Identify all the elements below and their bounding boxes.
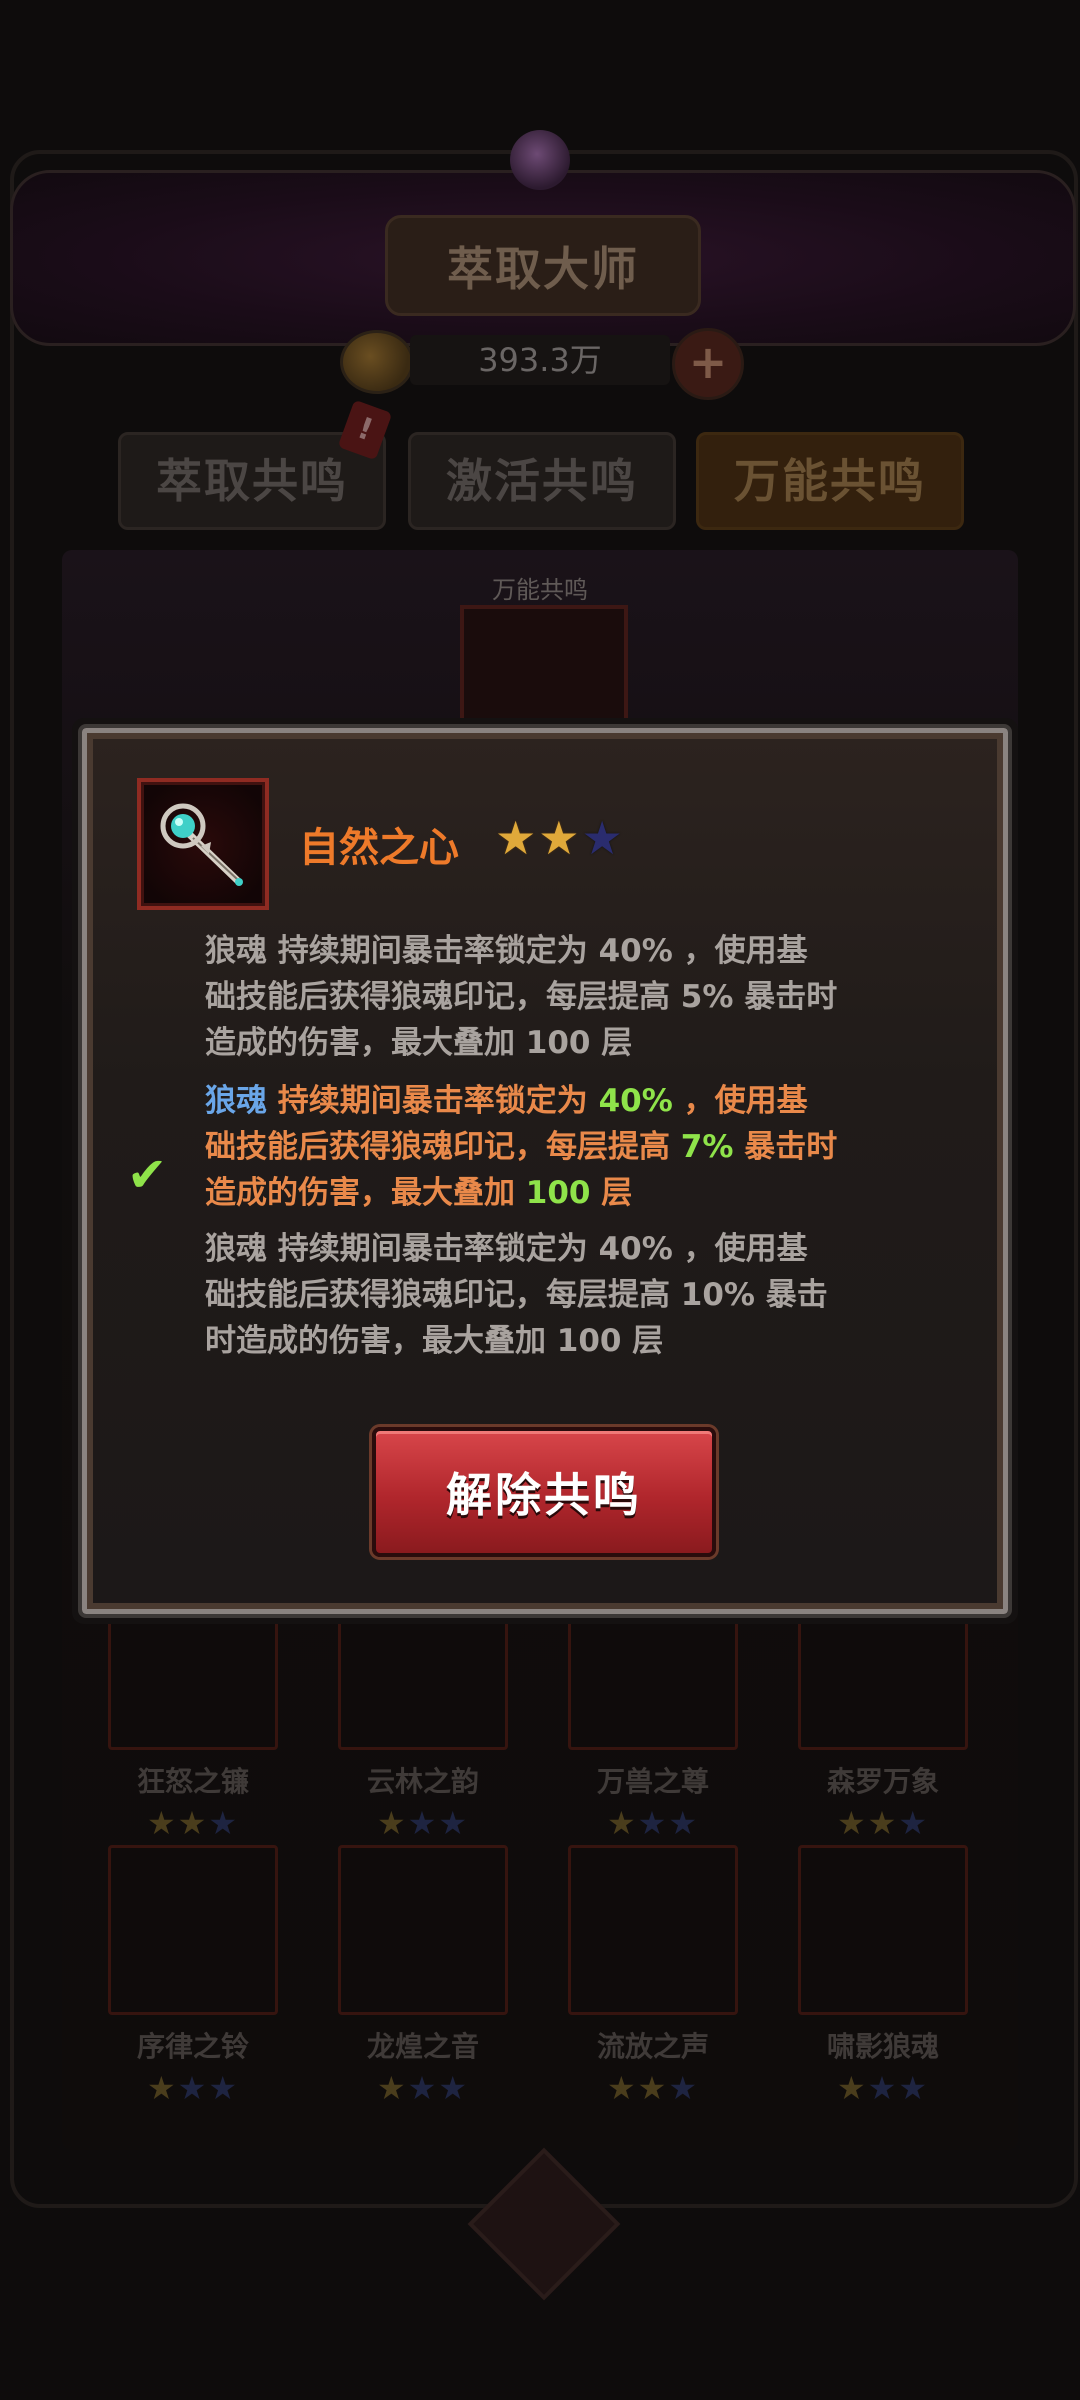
item-slot bbox=[798, 1845, 968, 2015]
grid-item[interactable]: 啸影狼魂 ★★★ bbox=[798, 1845, 968, 2107]
item-name: 森罗万象 bbox=[826, 1765, 939, 1798]
grid-item[interactable]: 森罗万象 ★★★ bbox=[798, 1580, 968, 1842]
item-stars: ★★★ bbox=[376, 2069, 470, 2107]
item-name: 万兽之尊 bbox=[596, 1765, 709, 1798]
item-stars: ★★★ bbox=[146, 2069, 240, 2107]
item-stars: ★★★ bbox=[376, 1804, 470, 1842]
item-name: 序律之铃 bbox=[136, 2030, 249, 2063]
coin-icon bbox=[340, 330, 414, 394]
star-filled-icon: ★ bbox=[538, 811, 582, 865]
check-icon: ✔ bbox=[127, 1147, 168, 1203]
featured-slot[interactable] bbox=[460, 605, 628, 743]
item-stars: ★★★ bbox=[836, 1804, 930, 1842]
effect-tier-2-active: 狼魂 持续期间暴击率锁定为 40% ，使用基 础技能后获得狼魂印记，每层提高 7… bbox=[205, 1083, 838, 1211]
orb-decoration bbox=[510, 130, 570, 190]
item-rating-stars: ★★★ bbox=[495, 811, 625, 865]
tab-activate-resonance[interactable]: 激活共鸣 bbox=[408, 432, 676, 530]
remove-resonance-button[interactable]: 解除共鸣 bbox=[372, 1427, 716, 1557]
item-name: 龙煌之音 bbox=[366, 2030, 479, 2063]
item-stars: ★★★ bbox=[146, 1804, 240, 1842]
grid-item[interactable]: 序律之铃 ★★★ bbox=[108, 1845, 278, 2107]
item-name: 云林之韵 bbox=[366, 1765, 479, 1798]
item-slot bbox=[568, 1845, 738, 2015]
grid-item[interactable]: 流放之声 ★★★ bbox=[568, 1845, 738, 2107]
grid-item[interactable]: 龙煌之音 ★★★ bbox=[338, 1845, 508, 2107]
star-filled-icon: ★ bbox=[495, 811, 539, 865]
item-slot bbox=[338, 1845, 508, 2015]
add-currency-button[interactable]: + bbox=[672, 328, 744, 400]
grid-item[interactable]: 万兽之尊 ★★★ bbox=[568, 1580, 738, 1842]
item-name: 流放之声 bbox=[596, 2030, 709, 2063]
item-name: 狂怒之镰 bbox=[136, 1765, 249, 1798]
item-slot bbox=[108, 1845, 278, 2015]
star-empty-icon: ★ bbox=[581, 811, 625, 865]
grid-item[interactable]: 狂怒之镰 ★★★ bbox=[108, 1580, 278, 1842]
currency-value: 393.3万 bbox=[410, 335, 670, 385]
effect-tier-1: 狼魂 持续期间暴击率锁定为 40% ，使用基 础技能后获得狼魂印记，每层提高 5… bbox=[205, 933, 838, 1061]
item-stars: ★★★ bbox=[836, 2069, 930, 2107]
grid-item[interactable]: 云林之韵 ★★★ bbox=[338, 1580, 508, 1842]
magic-staff-icon bbox=[137, 778, 269, 910]
item-title: 自然之心 bbox=[299, 825, 459, 871]
game-screen: 萃取大师 393.3万 + 萃取共鸣 激活共鸣 万能共鸣 ! 万能共鸣 狂怒之镰… bbox=[0, 0, 1080, 2400]
page-title: 萃取大师 bbox=[385, 215, 701, 316]
resonance-detail-modal: 自然之心 ★★★ 狼魂 持续期间暴击率锁定为 40% ，使用基 础技能后获得狼魂… bbox=[78, 724, 1012, 1618]
tab-universal-resonance[interactable]: 万能共鸣 bbox=[696, 432, 964, 530]
effect-tier-3: 狼魂 持续期间暴击率锁定为 40% ，使用基 础技能后获得狼魂印记，每层提高 1… bbox=[205, 1231, 828, 1359]
section-label: 万能共鸣 bbox=[492, 576, 588, 604]
item-stars: ★★★ bbox=[606, 2069, 700, 2107]
item-stars: ★★★ bbox=[606, 1804, 700, 1842]
item-name: 啸影狼魂 bbox=[826, 2030, 939, 2063]
